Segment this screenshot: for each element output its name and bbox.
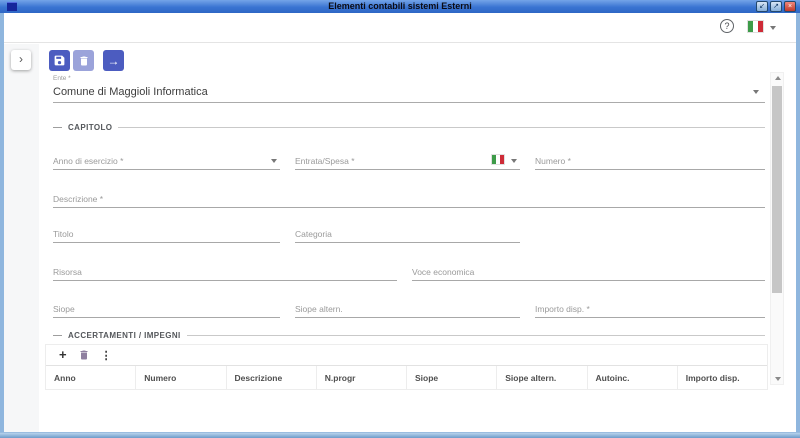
capitolo-section-title: CAPITOLO bbox=[68, 123, 113, 132]
field-risorsa[interactable]: Risorsa bbox=[53, 261, 397, 281]
help-icon[interactable]: ? bbox=[720, 19, 734, 33]
column-header-anno[interactable]: Anno bbox=[46, 366, 137, 389]
anno-caret-icon bbox=[271, 159, 277, 163]
window-controls: ↙ ↗ × bbox=[756, 1, 796, 12]
proceed-button[interactable]: → bbox=[103, 50, 124, 71]
maximize-button[interactable]: ↗ bbox=[770, 1, 782, 12]
scroll-down-icon[interactable] bbox=[775, 377, 781, 381]
field-voce-economica[interactable]: Voce economica bbox=[412, 261, 765, 281]
window-titlebar[interactable]: Elementi contabili sistemi Esterni ↙ ↗ × bbox=[0, 0, 800, 13]
delete-row-button[interactable] bbox=[78, 349, 90, 362]
column-header-importo-disp[interactable]: Importo disp. bbox=[678, 366, 767, 389]
column-header-numero[interactable]: Numero bbox=[136, 366, 227, 389]
vertical-scrollbar[interactable] bbox=[770, 72, 784, 385]
field-importo-disp[interactable]: Importo disp. * bbox=[535, 298, 765, 318]
window-body: ? › → Ente * Comune di Maggioli Informat… bbox=[4, 13, 796, 432]
save-button[interactable] bbox=[49, 50, 70, 71]
column-header-siope[interactable]: Siope bbox=[407, 366, 498, 389]
field-entrata-spesa[interactable]: Entrata/Spesa * bbox=[295, 150, 520, 170]
app-header: ? bbox=[4, 13, 796, 43]
column-header-siope-altern[interactable]: Siope altern. bbox=[497, 366, 588, 389]
window-title: Elementi contabili sistemi Esterni bbox=[328, 1, 472, 11]
ente-caret-icon bbox=[753, 90, 759, 94]
italian-flag-icon[interactable] bbox=[748, 21, 763, 32]
trash-icon bbox=[78, 55, 90, 67]
sidebar-expand-button[interactable]: › bbox=[11, 50, 31, 70]
accertamenti-section-header: ACCERTAMENTI / IMPEGNI bbox=[53, 331, 765, 340]
app-window: Elementi contabili sistemi Esterni ↙ ↗ ×… bbox=[0, 0, 800, 438]
entrata-spesa-flag-icon bbox=[492, 155, 504, 164]
field-categoria[interactable]: Categoria bbox=[295, 223, 520, 243]
minimize-button[interactable]: ↙ bbox=[756, 1, 768, 12]
capitolo-section-header: CAPITOLO bbox=[53, 123, 765, 132]
window-bottom-border bbox=[0, 432, 800, 438]
column-header-descrizione[interactable]: Descrizione bbox=[227, 366, 317, 389]
scroll-up-icon[interactable] bbox=[775, 76, 781, 80]
accertamenti-grid: + ⋮ Anno Numero Descrizione N.progr Siop… bbox=[45, 344, 768, 390]
scrollbar-thumb[interactable] bbox=[772, 86, 782, 293]
field-siope-altern[interactable]: Siope altern. bbox=[295, 298, 520, 318]
field-numero[interactable]: Numero * bbox=[535, 150, 765, 170]
column-header-nprogr[interactable]: N.progr bbox=[317, 366, 407, 389]
column-header-autoinc[interactable]: Autoinc. bbox=[588, 366, 678, 389]
accertamenti-section-title: ACCERTAMENTI / IMPEGNI bbox=[68, 331, 181, 340]
grid-toolbar: + ⋮ bbox=[46, 345, 767, 365]
ente-select[interactable]: Ente * Comune di Maggioli Informatica bbox=[53, 73, 765, 103]
more-options-button[interactable]: ⋮ bbox=[101, 349, 112, 362]
close-button[interactable]: × bbox=[784, 1, 796, 12]
sidebar: › bbox=[4, 44, 39, 432]
field-titolo[interactable]: Titolo bbox=[53, 223, 280, 243]
arrow-right-icon: → bbox=[107, 53, 120, 68]
delete-button[interactable] bbox=[73, 50, 94, 71]
floppy-disk-icon bbox=[53, 54, 66, 67]
add-row-button[interactable]: + bbox=[59, 348, 67, 362]
ente-label: Ente * bbox=[53, 75, 71, 82]
field-descrizione[interactable]: Descrizione * bbox=[53, 188, 765, 208]
language-caret-icon[interactable] bbox=[770, 26, 776, 30]
field-siope[interactable]: Siope bbox=[53, 298, 280, 318]
field-anno-di-esercizio[interactable]: Anno di esercizio * bbox=[53, 150, 280, 170]
entrata-spesa-caret-icon bbox=[511, 159, 517, 163]
grid-header-row: Anno Numero Descrizione N.progr Siope Si… bbox=[46, 365, 767, 389]
ente-value: Comune di Maggioli Informatica bbox=[53, 86, 208, 98]
